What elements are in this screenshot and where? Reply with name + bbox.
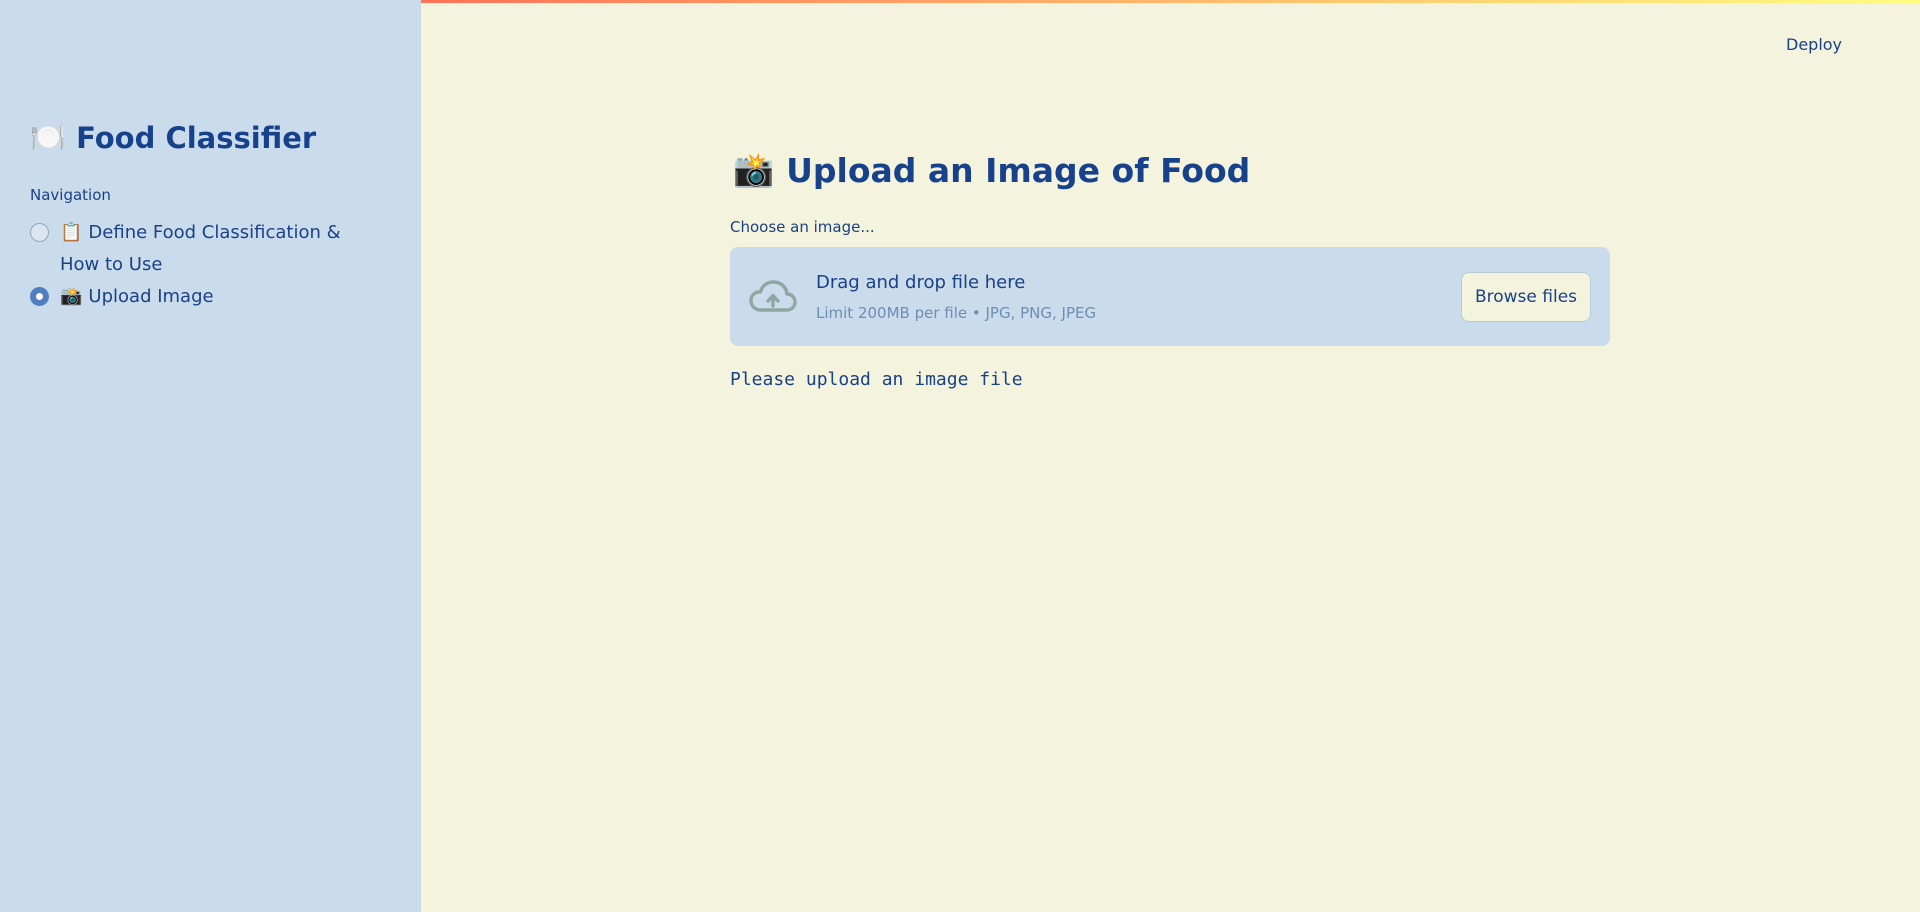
sidebar-title: 🍽️ Food Classifier [30, 120, 316, 155]
radio-checked[interactable] [30, 287, 49, 306]
nav-option-define-food-classification[interactable]: 📋 Define Food Classification & How to Use [30, 217, 380, 281]
clipboard-icon: 📋 [60, 222, 83, 243]
nav-option-label: 📋 Define Food Classification & How to Use [60, 217, 380, 281]
dropzone-instructions: Drag and drop file here [816, 272, 1026, 293]
upload-prompt-message: Please upload an image file [730, 369, 1023, 390]
page-title-text: Upload an Image of Food [786, 150, 1251, 190]
file-uploader-label: Choose an image... [730, 218, 875, 236]
sidebar-title-text: Food Classifier [76, 120, 317, 155]
file-dropzone[interactable]: Drag and drop file here Limit 200MB per … [730, 247, 1610, 346]
nav-option-label: 📸 Upload Image [60, 281, 380, 313]
camera-flash-icon: 📸 [60, 286, 83, 307]
nav-option-text: Define Food Classification & How to Use [60, 222, 341, 275]
browse-files-button[interactable]: Browse files [1461, 272, 1591, 322]
sidebar: 🍽️ Food Classifier Navigation 📋 Define Fo… [0, 0, 421, 912]
camera-flash-icon: 📸 [733, 150, 775, 189]
navigation-label: Navigation [30, 186, 111, 204]
nav-option-text: Upload Image [88, 286, 214, 307]
cloud-upload-icon [749, 280, 797, 312]
dropzone-file-limit: Limit 200MB per file • JPG, PNG, JPEG [816, 304, 1097, 322]
deploy-button[interactable]: Deploy [1786, 35, 1842, 54]
nav-option-upload-image[interactable]: 📸 Upload Image [30, 281, 380, 313]
page-title: 📸 Upload an Image of Food [733, 150, 1250, 190]
radio-unchecked[interactable] [30, 223, 49, 242]
plate-icon: 🍽️ [30, 120, 67, 154]
